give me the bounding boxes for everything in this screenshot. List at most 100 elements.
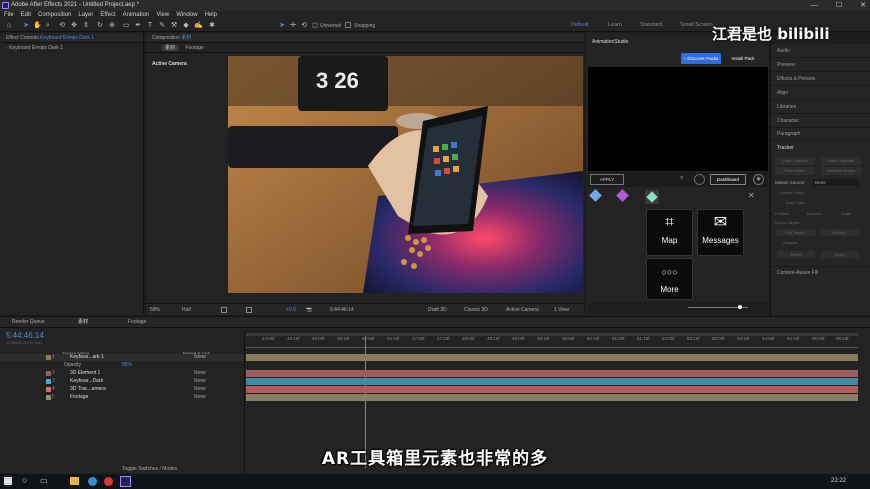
menu-composition[interactable]: Composition [38, 11, 71, 20]
layer-row[interactable]: 3 Keyboar...Dark None [0, 378, 244, 385]
file-explorer-icon[interactable] [70, 477, 79, 485]
edit-target-button[interactable]: Edit Target... [777, 229, 815, 236]
puppet-tool-icon[interactable]: ✱ [208, 22, 216, 30]
world-axis-icon[interactable]: ✛ [289, 22, 297, 30]
app-icon[interactable] [104, 477, 113, 486]
close-button[interactable]: ✕ [860, 0, 866, 11]
layer-track-bar[interactable] [246, 354, 858, 361]
rotate-tool-icon[interactable]: ↻ [96, 22, 104, 30]
menu-help[interactable]: Help [205, 11, 217, 20]
after-effects-taskbar-icon[interactable] [120, 476, 131, 487]
comp-timecode[interactable]: 5:44:46:14 [330, 304, 354, 316]
orbit-tool-icon[interactable]: ⟲ [58, 22, 66, 30]
clone-stamp-tool-icon[interactable]: ⚒ [170, 22, 178, 30]
position-checkbox[interactable]: Position [775, 211, 789, 216]
install-pack-button[interactable]: Install Pack [728, 53, 758, 64]
layer-name[interactable]: 3D Element 1 [70, 370, 100, 377]
layer-label-color[interactable] [46, 379, 51, 384]
minimize-button[interactable]: — [811, 0, 818, 11]
layer-label-color[interactable] [46, 387, 51, 392]
menu-edit[interactable]: Edit [21, 11, 31, 20]
view-axis-icon[interactable]: ⟲ [300, 22, 308, 30]
size-slider-handle[interactable] [738, 305, 742, 309]
camera-dropdown[interactable]: Active Camera [506, 304, 539, 316]
menu-view[interactable]: View [156, 11, 169, 20]
resolution-dropdown[interactable]: Half [182, 304, 191, 316]
task-view-icon[interactable]: ▭ [40, 476, 48, 485]
paragraph-panel-label[interactable]: Paragraph [777, 131, 800, 137]
dolly-tool-icon[interactable]: ⇕ [82, 22, 90, 30]
pack-gem-icon-blue[interactable] [589, 189, 602, 202]
layer-parent[interactable]: None [194, 386, 206, 393]
layer-name[interactable]: Footage [70, 394, 88, 401]
grid-toggle-icon[interactable] [221, 307, 227, 313]
layer-track-bar[interactable] [246, 386, 858, 393]
maximize-button[interactable]: ☐ [836, 0, 842, 11]
comp-subtab[interactable]: 素材 [162, 45, 179, 51]
property-row[interactable]: Opacity 85% [0, 362, 244, 369]
layer-row[interactable]: 5 Footage None [0, 394, 244, 401]
libraries-panel-label[interactable]: Libraries [777, 104, 796, 110]
zoom-tool-icon[interactable]: ⌕ [44, 22, 52, 30]
layer-parent[interactable]: None [194, 370, 206, 377]
track-camera-button[interactable]: Track Camera [775, 157, 815, 165]
snapshot-icon[interactable]: 📷 [306, 304, 312, 316]
warp-stabilizer-button[interactable]: Warp Stabilizer [821, 157, 861, 165]
dashboard-button[interactable]: Dashboard [710, 174, 746, 185]
layer-name[interactable]: Keyboar...ark 1 [70, 354, 104, 361]
layer-track-bar[interactable] [246, 370, 858, 377]
discover-packs-button[interactable]: + Discover Packs [681, 53, 721, 64]
roto-brush-tool-icon[interactable]: ✍ [194, 22, 203, 30]
close-pack-icon[interactable]: ✕ [748, 191, 755, 200]
composition-tab[interactable]: Composition 素材 [146, 33, 584, 43]
content-aware-fill-label[interactable]: Content-Aware Fill [777, 270, 818, 276]
search-icon[interactable]: ⌕ [680, 175, 683, 182]
workspace-default[interactable]: Default [571, 22, 588, 28]
search-taskbar-icon[interactable]: ○ [22, 475, 27, 485]
layer-name[interactable]: 3D Trac...amera [70, 386, 106, 393]
selection-tool-icon[interactable]: ➤ [22, 22, 30, 30]
workspace-small-screen[interactable]: Small Screen [680, 22, 713, 28]
layer-parent[interactable]: None [194, 354, 206, 361]
more-tile[interactable]: ○○○ More [646, 258, 693, 300]
messages-tile[interactable]: ✉ Messages [697, 209, 744, 256]
layer-track-bar[interactable] [246, 394, 858, 401]
workspace-learn[interactable]: Learn [608, 22, 622, 28]
axis-mode-icon[interactable]: ◻ [311, 22, 319, 30]
effects-presets-panel-label[interactable]: Effects & Presets [777, 76, 815, 82]
character-panel-label[interactable]: Character [777, 118, 799, 124]
rotation-checkbox[interactable]: Rotation [807, 211, 822, 216]
settings-gear-icon[interactable]: ◉ [753, 174, 764, 185]
layer-row[interactable]: 1 Keyboar...ark 1 None [0, 354, 244, 361]
menu-file[interactable]: File [4, 11, 14, 20]
apply-button[interactable]: APPLY [590, 174, 624, 185]
effect-controls-tab[interactable]: Effect Controls Keyboard Emojis Dark 1 [0, 33, 143, 43]
opacity-value[interactable]: 85% [122, 362, 132, 369]
align-panel-label[interactable]: Align [777, 90, 788, 96]
channel-toggle-icon[interactable] [246, 307, 252, 313]
timeline-timecode[interactable]: 5:44:46:14 [6, 331, 44, 340]
render-queue-tab[interactable]: Render Queue [12, 317, 45, 328]
pan-tool-icon[interactable]: ✥ [70, 22, 78, 30]
layer-track-bar[interactable] [246, 378, 858, 385]
preview-panel-label[interactable]: Preview [777, 62, 795, 68]
reset-button[interactable]: Reset [777, 251, 815, 258]
track-motion-button[interactable]: Track Motion [775, 167, 815, 175]
motion-source-dropdown[interactable]: None [813, 179, 859, 186]
layer-parent[interactable]: None [194, 394, 206, 401]
hand-tool-icon[interactable]: ✋ [33, 22, 42, 30]
footage-timeline-tab[interactable]: Footage [128, 317, 146, 328]
views-dropdown[interactable]: 1 View [554, 304, 569, 316]
layer-label-color[interactable] [46, 355, 51, 360]
layer-row[interactable]: 4 3D Trac...amera None [0, 386, 244, 393]
layer-name[interactable]: Keyboar...Dark [70, 378, 103, 385]
composition-viewer[interactable]: 3 26 [228, 56, 583, 293]
home-icon[interactable]: ⌂ [5, 22, 13, 30]
map-tile[interactable]: ⌗ Map [646, 209, 693, 256]
stabilize-motion-button[interactable]: Stabilize Motion [821, 167, 861, 175]
menu-effect[interactable]: Effect [100, 11, 115, 20]
footage-subtab[interactable]: Footage [185, 45, 203, 51]
classic-3d-dropdown[interactable]: Classic 3D [464, 304, 488, 316]
menu-layer[interactable]: Layer [78, 11, 93, 20]
snapping-checkbox[interactable] [345, 22, 351, 28]
